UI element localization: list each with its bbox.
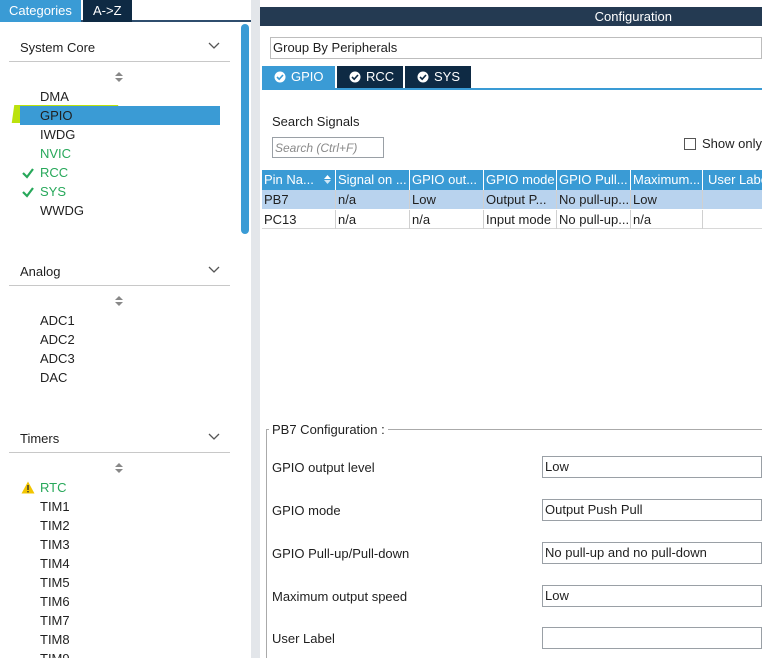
user-label-label: User Label [272,631,335,646]
pin-configuration-legend: PB7 Configuration : [269,422,388,437]
tab-label: RCC [366,69,395,84]
chevron-down-icon[interactable] [207,263,221,277]
table-cell [703,210,762,229]
group-by-select[interactable]: Group By Peripherals [270,37,762,59]
category-title: System Core [20,40,96,55]
tab-label: SYS [434,69,461,84]
column-header-user-label[interactable]: User Labe [703,170,762,190]
check-circle-icon [274,71,286,83]
warning-icon [21,481,35,494]
sidebar-item-sys[interactable]: SYS [40,182,66,201]
sidebar-item-gpio[interactable]: GPIO [20,106,220,125]
table-cell [703,190,762,209]
user-label-input[interactable] [542,627,762,649]
table-cell: n/a [410,210,484,229]
show-only-label: Show only [702,136,762,151]
sidebar-item-adc3[interactable]: ADC3 [40,349,75,368]
table-header: Pin Na... Signal on ... GPIO out... GPIO… [262,170,762,190]
category-title: Timers [20,431,60,446]
sidebar-item-tim8[interactable]: TIM8 [40,630,70,649]
pull-up-pull-down-label: GPIO Pull-up/Pull-down [272,546,410,561]
category-title: Analog [20,264,61,279]
tab-categories[interactable]: Categories [0,0,81,22]
sidebar-item-tim2[interactable]: TIM2 [40,516,70,535]
output-level-label: GPIO output level [272,460,375,475]
column-header-signal[interactable]: Signal on ... [336,170,410,190]
show-only-checkbox[interactable] [684,138,696,150]
sidebar-item-tim1[interactable]: TIM1 [40,497,70,516]
check-icon [22,168,34,179]
sidebar-item-tim4[interactable]: TIM4 [40,554,70,573]
sidebar-item-adc1[interactable]: ADC1 [40,311,75,330]
tab-a-to-z[interactable]: A->Z [83,0,132,22]
tab-rcc[interactable]: RCC [337,66,403,88]
check-circle-icon [417,71,429,83]
sidebar-item-dac[interactable]: DAC [40,368,67,387]
category-system-core-header[interactable]: System Core [9,34,230,62]
sidebar-item-tim3[interactable]: TIM3 [40,535,70,554]
column-header-gpio-pull[interactable]: GPIO Pull... [557,170,631,190]
table-cell: n/a [631,210,703,229]
tab-label: GPIO [291,69,324,84]
tab-sys[interactable]: SYS [405,66,471,88]
search-signals-label: Search Signals [272,114,360,129]
sidebar-item-tim9[interactable]: TIM9 [40,649,70,658]
configuration-header: Configuration [260,7,762,26]
column-label: Pin Na... [264,172,314,187]
peripheral-tabs: GPIO RCC SYS [262,66,762,88]
table-cell: No pull-up... [559,190,631,209]
sidebar-item-tim5[interactable]: TIM5 [40,573,70,592]
category-tabs: Categories A->Z [0,0,251,22]
tab-underline [262,88,762,90]
table-cell: Output P... [484,190,557,209]
table-row[interactable]: PC13 n/a n/a Input mode No pull-up... n/… [262,210,762,229]
check-circle-icon [349,71,361,83]
sort-icon[interactable] [113,462,125,474]
table-cell: n/a [336,190,410,209]
search-input[interactable] [272,137,384,158]
table-cell: Low [410,190,484,209]
sidebar-item-dma[interactable]: DMA [40,87,69,106]
column-header-gpio-mode[interactable]: GPIO mode [484,170,557,190]
sidebar-item-nvic[interactable]: NVIC [40,144,71,163]
column-header-maximum[interactable]: Maximum... [631,170,703,190]
gpio-mode-label: GPIO mode [272,503,341,518]
table-cell: No pull-up... [559,210,631,229]
column-header-gpio-output[interactable]: GPIO out... [410,170,484,190]
panel-divider[interactable] [251,0,260,658]
max-output-speed-label: Maximum output speed [272,589,408,604]
chevron-down-icon[interactable] [207,39,221,53]
sidebar-item-rtc[interactable]: RTC [40,478,66,497]
chevron-down-icon[interactable] [207,430,221,444]
sidebar-item-tim6[interactable]: TIM6 [40,592,70,611]
sort-icon [324,175,331,184]
sidebar-item-wwdg[interactable]: WWDG [40,201,84,220]
table-row[interactable]: PB7 n/a Low Output P... No pull-up... Lo… [262,190,762,209]
table-cell: n/a [336,210,410,229]
pull-up-pull-down-select[interactable]: No pull-up and no pull-down [542,542,762,564]
column-header-pin-name[interactable]: Pin Na... [262,170,336,190]
sort-icon[interactable] [113,295,125,307]
sidebar-item-tim7[interactable]: TIM7 [40,611,70,630]
configuration-title: Configuration [594,9,672,24]
table-cell: Low [631,190,703,209]
table-cell: PB7 [262,190,336,209]
check-icon [22,187,34,198]
max-output-speed-select[interactable]: Low [542,585,762,607]
category-timers-header[interactable]: Timers [9,425,230,453]
table-cell: PC13 [262,210,336,229]
tab-gpio[interactable]: GPIO [262,66,335,88]
sidebar-item-rcc[interactable]: RCC [40,163,68,182]
sidebar-scrollbar[interactable] [241,24,249,234]
configuration-panel: Configuration Group By Peripherals GPIO … [260,0,762,658]
gpio-mode-select[interactable]: Output Push Pull [542,499,762,521]
output-level-select[interactable]: Low [542,456,762,478]
sort-icon[interactable] [113,71,125,83]
sidebar-item-adc2[interactable]: ADC2 [40,330,75,349]
categories-panel: Categories A->Z System Core DMA GPIO IWD… [0,0,251,658]
table-cell: Input mode [484,210,557,229]
category-analog-header[interactable]: Analog [9,258,230,286]
sidebar-item-iwdg[interactable]: IWDG [40,125,75,144]
